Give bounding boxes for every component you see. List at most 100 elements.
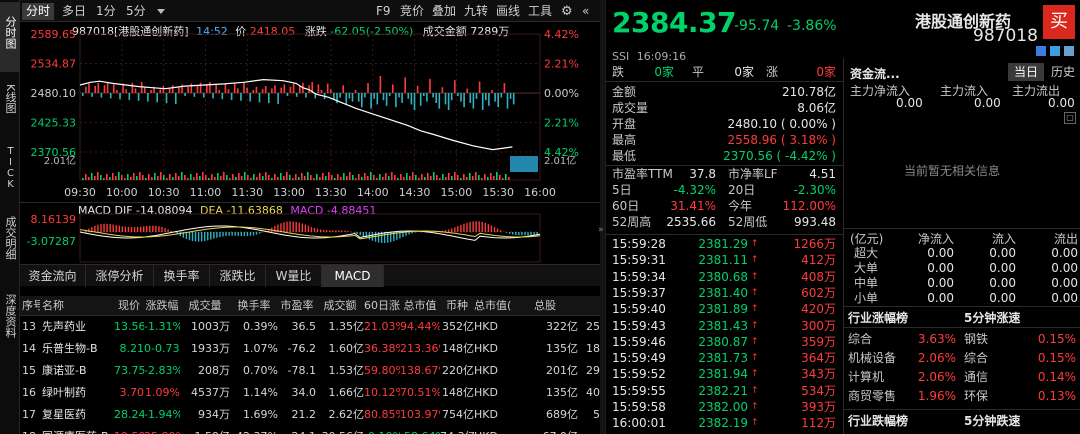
rank-row[interactable]: 机械设备 2.06% 综合 0.15% — [844, 350, 1080, 368]
tick-row[interactable]: 15:59:37 2381.40 ↑ 602万 — [606, 285, 843, 301]
tick-row[interactable]: 15:59:31 2381.11 ↑ 412万 — [606, 252, 843, 268]
table-row[interactable]: 15 康诺亚-B 73.75 -2.83% 208万 0.70% -78.1 1.53亿 59.… — [20, 360, 600, 382]
tick-row[interactable]: 15:59:52 2381.94 ↑ 343万 — [606, 366, 843, 382]
tick-row[interactable]: 15:59:43 2381.43 ↑ 300万 — [606, 318, 843, 334]
flow-bar — [401, 93, 403, 104]
volume-bar — [199, 176, 201, 180]
panel-splitter[interactable] — [600, 0, 605, 434]
tick-row[interactable]: 15:59:28 2381.29 ↑ 1266万 — [606, 236, 843, 252]
fund-title: 资金流... — [850, 67, 900, 81]
flow-bar — [447, 93, 450, 111]
tick-price: 2381.40 — [698, 285, 748, 300]
btab-w-volume[interactable]: W量比 — [266, 265, 322, 287]
volume-bar — [229, 178, 231, 180]
column-header[interactable]: 成交量 — [180, 296, 230, 316]
table-row[interactable]: 17 复星医药 28.24 -1.94% 934万 1.69% 21.2 2.62亿 80.85… — [20, 404, 600, 426]
btab-turnover[interactable]: 换手率 — [154, 265, 210, 287]
macd-panel[interactable]: MACD DIF -14.08094 DEA -11.63868 MACD -4… — [20, 202, 600, 264]
volume-bar — [409, 176, 411, 180]
tick-row[interactable]: 15:59:58 2382.00 ↑ 393万 — [606, 399, 843, 415]
column-header[interactable]: 成交额 — [316, 296, 364, 316]
chevron-down-icon[interactable] — [157, 9, 165, 14]
volume-bar — [454, 172, 456, 180]
edit-icon[interactable] — [1036, 46, 1046, 56]
btab-macd[interactable]: MACD — [322, 265, 384, 287]
pin-icon[interactable] — [1064, 46, 1074, 56]
tool-ninerun[interactable]: 九转 — [460, 3, 492, 20]
chevron-double-left-icon[interactable]: « — [582, 4, 589, 18]
tab-5min[interactable]: 5分 — [122, 3, 150, 20]
column-header[interactable]: 总市值(人民 — [474, 296, 512, 316]
chevron-double-right-icon[interactable]: » — [598, 225, 604, 235]
timeshare-chart[interactable]: 987018[港股通创新药] 14:52 价 2418.05 涨跌 -62.05… — [20, 22, 600, 202]
tab-multiday[interactable]: 多日 — [58, 3, 90, 20]
tick-row[interactable]: 15:59:46 2380.87 ↑ 359万 — [606, 334, 843, 350]
table-row[interactable]: 13 先声药业 13.56 -1.31% 1003万 0.39% 36.5 1.35亿 21.0… — [20, 316, 600, 338]
share-icon[interactable] — [1050, 46, 1060, 56]
rank-row[interactable]: 计算机 2.06% 通信 0.14% — [844, 369, 1080, 387]
btab-limit-analysis[interactable]: 涨停分析 — [86, 265, 154, 287]
macd-bar — [524, 232, 526, 236]
tool-overlay[interactable]: 叠加 — [428, 3, 460, 20]
buy-button[interactable]: 买 — [1043, 5, 1075, 39]
flow-bar — [159, 89, 162, 94]
column-header[interactable]: 现价 — [114, 296, 144, 316]
macd-bar — [356, 232, 358, 234]
price-change: -95.74 — [734, 18, 780, 34]
rank-row[interactable]: 商贸零售 1.96% 环保 0.13% — [844, 388, 1080, 406]
column-header[interactable]: 换手率 — [230, 296, 278, 316]
table-cell-turnover: 0.70% — [243, 364, 278, 377]
flow-bar — [202, 93, 205, 98]
tick-row[interactable]: 15:59:49 2381.73 ↑ 364万 — [606, 350, 843, 366]
vtab-kline[interactable]: K线图 — [0, 84, 20, 140]
low52-value: 993.48 — [794, 215, 836, 229]
tool-tools[interactable]: 工具 — [524, 3, 556, 20]
flow-bar — [444, 93, 447, 105]
vtab-detail[interactable]: 成交明细 — [0, 216, 20, 286]
column-header[interactable]: 60日涨年初至 — [364, 296, 400, 316]
vtab-timeshare[interactable]: 分时图 — [0, 2, 20, 72]
vtab-tick[interactable]: TICK — [0, 146, 20, 206]
table-cell-vol: 208万 — [198, 364, 230, 377]
tick-row[interactable]: 15:59:40 2381.89 ↑ 420万 — [606, 301, 843, 317]
table-row[interactable]: 14 乐普生物-B 8.210-0.73% 1933万 1.07% -76.2 1.60亿3… — [20, 338, 600, 360]
tool-f9[interactable]: F9 — [372, 3, 395, 20]
column-header[interactable]: 涨跌幅 — [144, 296, 180, 316]
column-header[interactable]: 总市值 — [400, 296, 440, 316]
tab-1min[interactable]: 1分 — [92, 3, 120, 20]
tab-history[interactable]: 历史 — [1046, 63, 1080, 81]
macd-bar — [451, 228, 453, 232]
tick-row[interactable]: 16:00:01 2382.19 ↑ 112万 — [606, 415, 843, 431]
volume-bar — [325, 176, 327, 180]
btab-fund-flow[interactable]: 资金流向 — [20, 265, 86, 287]
vtab-profile[interactable]: 深度资料 — [0, 294, 20, 354]
tick-row[interactable]: 15:59:34 2380.68 ↑ 408万 — [606, 269, 843, 285]
tick-list[interactable]: 15:59:28 2381.29 ↑ 1266万 15:59:31 2381.11 ↑ 412… — [606, 234, 843, 434]
column-header[interactable]: 币种 — [440, 296, 474, 316]
tab-today[interactable]: 当日 — [1008, 63, 1044, 81]
gear-icon[interactable]: ⚙ — [561, 4, 573, 19]
volume-bar — [415, 175, 417, 180]
tool-auction[interactable]: 竞价 — [396, 3, 428, 20]
column-header[interactable]: 名称 — [42, 296, 112, 316]
rank-row[interactable]: 综合 3.63% 钢铁 0.15% — [844, 331, 1080, 349]
volume-bar — [208, 178, 210, 180]
volume-bar — [292, 178, 294, 180]
table-cell-name: 康诺亚-B — [42, 364, 87, 377]
table-row[interactable]: 16 绿叶制药 3.701.09% 4537万 1.14% 34.0 1.66亿10.12%… — [20, 382, 600, 404]
tab-timeshare[interactable]: 分时 — [22, 3, 55, 20]
copy-icon[interactable]: ▢ — [1064, 112, 1076, 124]
table-cell-pe: -76.2 — [287, 342, 316, 355]
volume-bar — [424, 177, 426, 180]
tool-draw[interactable]: 画线 — [492, 3, 524, 20]
tick-row[interactable]: 15:59:55 2382.21 ↑ 534万 — [606, 383, 843, 399]
btab-updown-ratio[interactable]: 涨跌比 — [210, 265, 266, 287]
table-row[interactable]: 18同源康医药-B19.5025.89%1.59亿42.37%-24.130.5… — [20, 426, 600, 434]
table-cell-mcap: 148亿 — [442, 386, 474, 399]
column-header[interactable]: 总股 — [512, 296, 578, 316]
volume-bar — [340, 177, 342, 180]
column-header[interactable]: 市盈率 — [278, 296, 316, 316]
flow-bar — [82, 93, 84, 97]
macd-bar — [216, 232, 218, 238]
column-header[interactable]: 序号 — [22, 296, 40, 316]
